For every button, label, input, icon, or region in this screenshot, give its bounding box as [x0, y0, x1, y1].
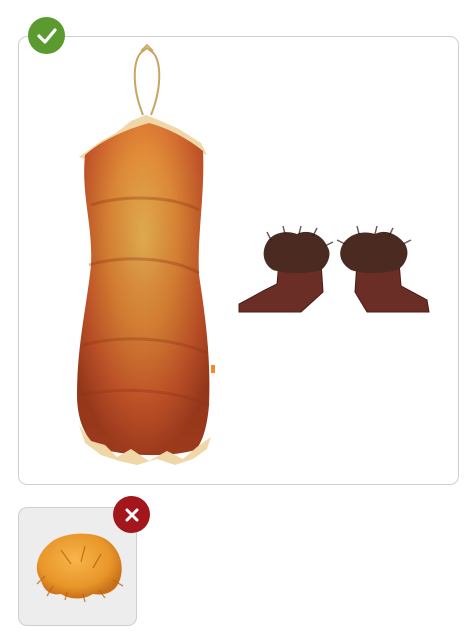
- close-icon: [125, 508, 138, 521]
- orange-wig-icon[interactable]: [31, 530, 127, 603]
- included-items-card: [18, 36, 459, 485]
- right-boot: [336, 225, 430, 313]
- fur-boots-icon[interactable]: [237, 225, 433, 322]
- included-badge: [28, 17, 65, 54]
- caveman-dress-icon[interactable]: [71, 43, 231, 465]
- excluded-badge: [113, 496, 150, 533]
- checkmark-icon: [36, 27, 57, 44]
- left-boot: [238, 225, 334, 313]
